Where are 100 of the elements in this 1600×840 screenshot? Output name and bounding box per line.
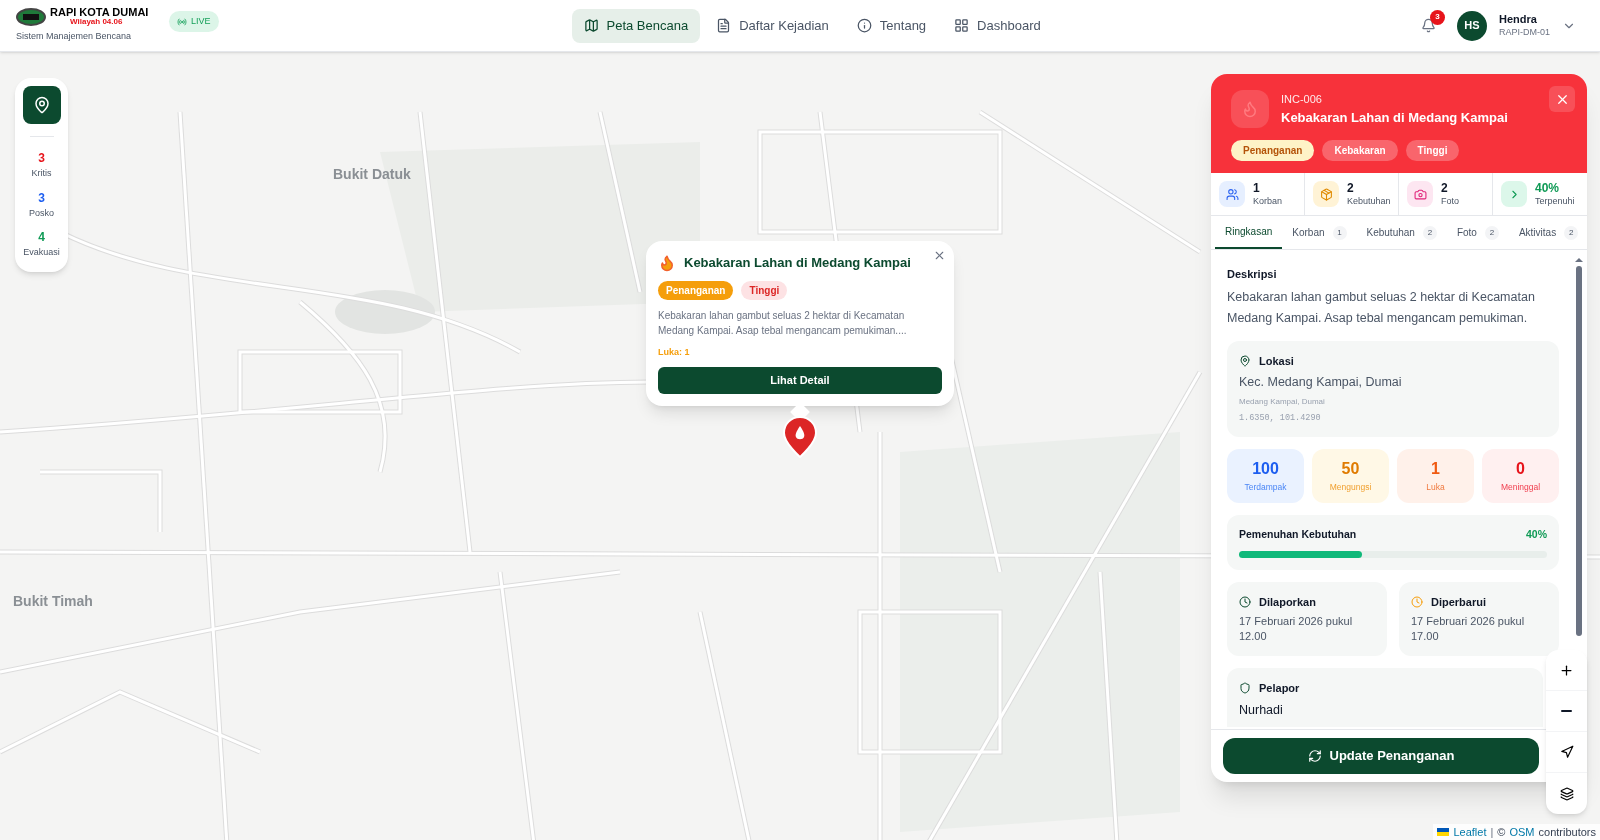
location-coordinates: 1.6350, 101.4290: [1239, 412, 1322, 425]
stat-value: 3: [38, 150, 45, 167]
time-text: 17 Februari 2026 pukul 17.00: [1411, 614, 1526, 644]
map-icon: [583, 18, 599, 33]
tab-count: 2: [1484, 225, 1499, 240]
summary-value: 1: [1253, 181, 1261, 196]
popup-title: Kebakaran Lahan di Medang Kampai: [684, 254, 911, 272]
detail-button[interactable]: Lihat Detail: [658, 367, 942, 394]
leaflet-link[interactable]: Leaflet: [1453, 823, 1487, 840]
map-place-label: Bukit Datuk: [333, 165, 411, 184]
summary-label: Foto: [1441, 196, 1459, 208]
incident-tag: Penanganan: [1231, 140, 1315, 161]
incident-id: INC-006: [1281, 92, 1323, 107]
osm-link[interactable]: OSM: [1509, 823, 1535, 840]
summary-label: Korban: [1253, 196, 1283, 208]
section-heading: Pelapor: [1259, 681, 1300, 696]
nav-tab[interactable]: Peta Bencana: [571, 8, 701, 43]
minus-icon: [1561, 710, 1572, 712]
box-icon: [1313, 181, 1339, 208]
nav-tab[interactable]: Daftar Kejadian: [704, 8, 841, 43]
nav-tab[interactable]: Tentang: [844, 8, 939, 43]
panel-tab[interactable]: Kebutuhan 2: [1356, 216, 1447, 250]
incident-tag: Tinggi: [1405, 140, 1460, 161]
summary-value: 40%: [1535, 181, 1561, 196]
stat-label: Posko: [29, 206, 54, 220]
location-button[interactable]: [22, 86, 61, 124]
section-heading: Deskripsi: [1227, 267, 1278, 283]
stat-label: Evakuasi: [23, 246, 60, 259]
panel-tab[interactable]: Ringkasan: [1215, 216, 1283, 250]
panel-tab[interactable]: Korban 1: [1282, 216, 1357, 250]
reporter-name: Nurhadi: [1239, 701, 1284, 719]
tab-count: 1: [1332, 225, 1347, 240]
stat-value: 3: [38, 189, 45, 207]
nav-tab[interactable]: Dashboard: [942, 8, 1053, 43]
panel-tab[interactable]: Foto 2: [1446, 216, 1509, 250]
summary-value: 2: [1441, 181, 1449, 196]
clock-icon: [1239, 595, 1251, 608]
fulfillment-reading: 40%: [1526, 526, 1547, 542]
status-tag: Tinggi: [741, 280, 788, 300]
document-icon: [716, 18, 732, 33]
user-name: Hendra: [1499, 13, 1538, 27]
map-pin-icon: [32, 96, 51, 114]
clock-icon: [1411, 595, 1423, 608]
section-heading: Lokasi: [1259, 353, 1294, 369]
update-button[interactable]: Update Penanganan: [1223, 738, 1539, 774]
grid-icon: [954, 18, 970, 33]
incident-tag: Kebakaran: [1322, 140, 1398, 161]
flame-icon: [1231, 90, 1269, 128]
section-heading: Dilaporkan: [1259, 594, 1316, 610]
close-button[interactable]: [933, 249, 946, 262]
section-heading: Diperbarui: [1431, 594, 1486, 610]
map-place-label: Bukit Timah: [13, 592, 93, 611]
attribution-text: contributors: [1538, 824, 1596, 840]
close-button[interactable]: [1549, 86, 1575, 112]
summary-label: Terpenuhi: [1535, 196, 1575, 208]
plus-icon: [1559, 662, 1574, 678]
casualty-value: 50: [1341, 459, 1360, 480]
incident-title: Kebakaran Lahan di Medang Kampai: [1281, 108, 1508, 127]
stat-label: Kritis: [31, 167, 52, 180]
tab-count: 2: [1422, 225, 1437, 240]
map-marker-icon: [783, 416, 817, 458]
notification-count: 3: [1430, 9, 1445, 25]
separator: |: [1490, 824, 1494, 840]
casualty-label: Luka: [1426, 481, 1445, 495]
logo-subtitle: Wilayah 04.06: [70, 18, 124, 27]
copyright-sign: ©: [1497, 824, 1506, 840]
summary-label: Kebutuhan: [1347, 196, 1391, 208]
flag-icon: [1437, 827, 1450, 836]
incident-description: Kebakaran lahan gambut seluas 2 hektar di Kecamatan Medang Kampai. Asap tebal mengancam pemukiman.: [1227, 288, 1536, 327]
tab-count: 2: [1564, 225, 1579, 240]
location-address: Kec. Medang Kampai, Dumai: [1239, 374, 1403, 392]
popup-description: Kebakaran lahan gambut seluas 2 hektar di Kecamatan Medang Kampai. Asap tebal mengancam pemukiman....: [658, 308, 908, 338]
user-id: RAPI-DM-01: [1499, 26, 1550, 38]
chevron-right-icon: [1501, 181, 1527, 208]
shield-icon: [1239, 682, 1251, 695]
navigation-icon: [1559, 745, 1574, 759]
info-icon: [856, 18, 872, 33]
bell-icon: [1421, 18, 1437, 33]
status-tag: Penanganan: [658, 280, 734, 300]
logo-title: RAPI KOTA DUMAI: [50, 7, 149, 19]
summary-value: 2: [1347, 181, 1355, 196]
live-badge: LIVE: [169, 10, 219, 33]
panel-tab[interactable]: Aktivitas 2: [1508, 216, 1587, 250]
notification-button[interactable]: 3: [1413, 9, 1445, 42]
stat-value: 4: [38, 229, 45, 246]
casualty-value: 0: [1516, 459, 1525, 480]
flame-icon: [658, 253, 676, 272]
refresh-icon: [1307, 749, 1322, 763]
close-icon: [933, 249, 946, 262]
map-pin-icon: [1239, 355, 1251, 367]
casualty-label: Mengungsi: [1329, 481, 1372, 495]
casualty-value: 1: [1431, 459, 1440, 480]
time-text: 17 Februari 2026 pukul 12.00: [1239, 614, 1354, 644]
casualty-value: 100: [1252, 459, 1279, 480]
fulfillment-label: Pemenuhan Kebutuhan: [1239, 526, 1357, 542]
injury-count: Luka: 1: [658, 345, 691, 359]
user-avatar: HS: [1457, 10, 1487, 41]
people-icon: [1219, 181, 1245, 208]
casualty-label: Terdampak: [1244, 481, 1287, 495]
layers-icon: [1559, 786, 1574, 801]
